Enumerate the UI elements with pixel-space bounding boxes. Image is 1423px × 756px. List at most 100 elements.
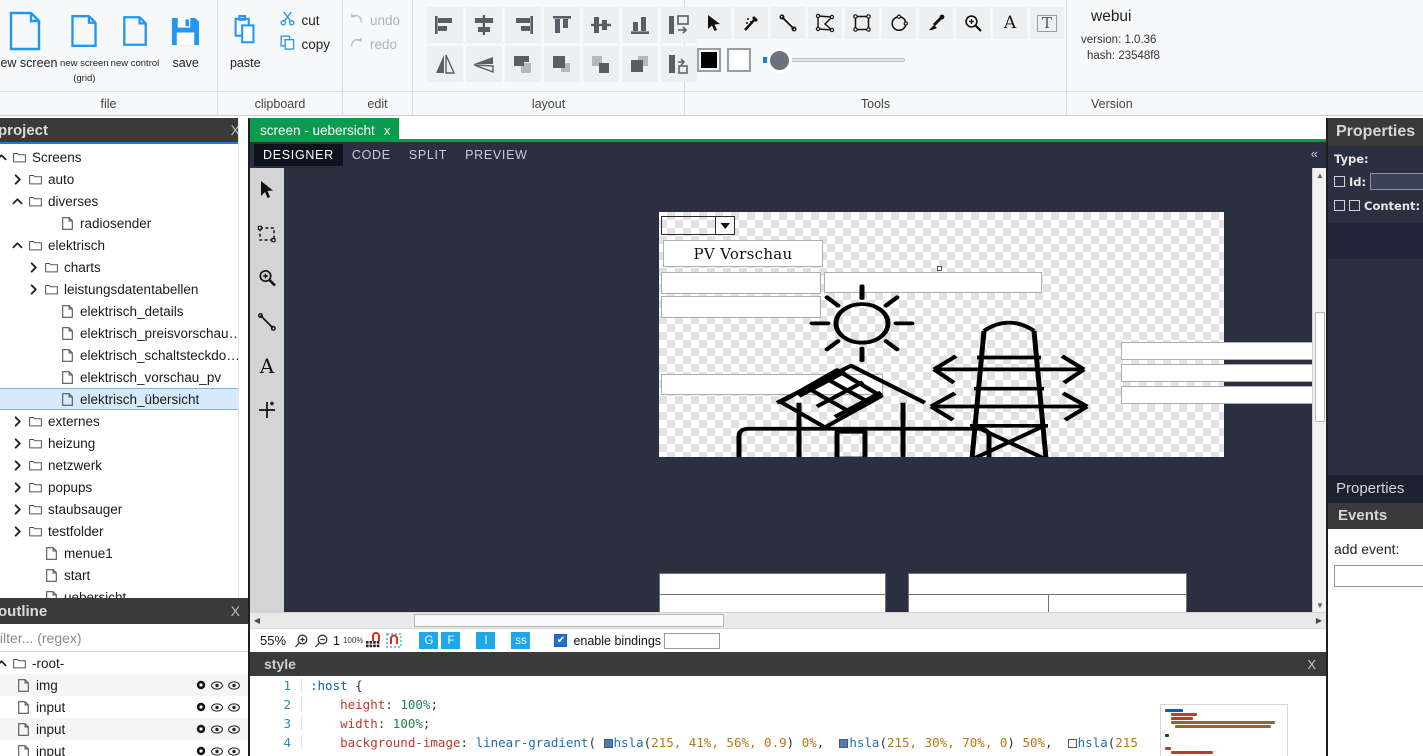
tree-item-leistungsdatentabellen[interactable]: leistungsdatentabellen: [0, 278, 248, 300]
lock-eye-icon[interactable]: [228, 678, 240, 693]
tree-item-charts[interactable]: charts: [0, 256, 248, 278]
chevron-right-icon[interactable]: [8, 437, 26, 449]
scroll-thumb[interactable]: [414, 614, 724, 627]
list-item[interactable]: img: [0, 674, 248, 696]
table-cell[interactable]: [908, 594, 1049, 612]
bring-forward-icon[interactable]: [505, 46, 541, 82]
record-dot-icon[interactable]: [196, 700, 206, 715]
flag-ss-button[interactable]: ss: [511, 632, 531, 649]
visibility-eye-icon[interactable]: [211, 678, 223, 693]
tree-item-screens[interactable]: Screens: [0, 146, 248, 168]
tab-designer[interactable]: DESIGNER: [254, 144, 343, 166]
chevron-right-icon[interactable]: [8, 503, 26, 515]
scale-one-label[interactable]: 1: [333, 634, 340, 648]
input-field-right-2[interactable]: [1121, 342, 1326, 360]
record-dot-icon[interactable]: [196, 722, 206, 737]
input-field-left-3[interactable]: [661, 374, 883, 395]
collapse-panel-button[interactable]: «: [1311, 146, 1318, 161]
tree-item-diverses[interactable]: diverses: [0, 190, 248, 212]
rectangle-icon[interactable]: [845, 7, 879, 39]
table-cell[interactable]: [908, 573, 1187, 595]
add-event-input[interactable]: [1334, 564, 1423, 587]
visibility-eye-icon[interactable]: [211, 744, 223, 756]
table-row[interactable]: [659, 573, 886, 595]
tree-item-auto[interactable]: auto: [0, 168, 248, 190]
flag-f-button[interactable]: F: [441, 632, 461, 649]
scroll-down-icon[interactable]: ▼: [1313, 598, 1326, 612]
list-item[interactable]: input: [0, 718, 248, 740]
table-row[interactable]: [659, 594, 886, 612]
cut-button[interactable]: cut: [274, 8, 336, 32]
tree-item-popups[interactable]: popups: [0, 476, 248, 498]
editor-tab-uebersicht[interactable]: screen - uebersicht x: [250, 118, 400, 142]
input-field-left-2[interactable]: [661, 296, 821, 318]
content-checkbox-b[interactable]: [1349, 200, 1360, 211]
tree-item-elektrisch-vorschau-pv[interactable]: elektrisch_vorschau_pv: [0, 366, 248, 388]
artboard[interactable]: PV Vorschau: [659, 212, 1326, 457]
outline-filter-input[interactable]: [0, 628, 242, 647]
align-middle-icon[interactable]: [583, 7, 619, 43]
polygon-icon[interactable]: [808, 7, 842, 39]
zoom-icon[interactable]: [956, 7, 990, 39]
line-icon[interactable]: [252, 306, 282, 338]
scroll-thumb[interactable]: [1315, 312, 1325, 422]
tree-item-elektrisch-preisvorschau[interactable]: elektrisch_preisvorschau_…: [0, 322, 248, 344]
code-minimap[interactable]: [1160, 704, 1288, 756]
snap-object-icon[interactable]: [386, 632, 403, 650]
lock-eye-icon[interactable]: [228, 700, 240, 715]
tree-item-staubsauger[interactable]: staubsauger: [0, 498, 248, 520]
chevron-right-icon[interactable]: [24, 261, 42, 273]
style-code-body[interactable]: 1:host {2 height: 100%; 3 width: 100%; 4 b…: [250, 676, 1326, 756]
tree-item-elektrisch-bersicht[interactable]: elektrisch_übersicht: [0, 388, 248, 410]
tree-item-uebersicht[interactable]: uebersicht: [0, 586, 248, 598]
zoom-in-button[interactable]: [293, 632, 310, 650]
eyedropper-icon[interactable]: [919, 7, 953, 39]
list-item-controls[interactable]: [196, 674, 240, 696]
chevron-up-icon[interactable]: [0, 658, 10, 669]
chevron-up-icon[interactable]: [8, 196, 26, 207]
redo-button[interactable]: redo: [343, 32, 406, 56]
chevron-right-icon[interactable]: [24, 283, 42, 295]
canvas-vertical-scrollbar[interactable]: ▲ ▼: [1312, 168, 1326, 612]
new-screen-button[interactable]: new screen: [0, 4, 59, 70]
record-dot-icon[interactable]: [196, 678, 206, 693]
marquee-select-icon[interactable]: [252, 218, 282, 250]
align-left-icon[interactable]: [427, 7, 463, 43]
bindings-input[interactable]: [664, 632, 721, 649]
chevron-right-icon[interactable]: [8, 173, 26, 185]
list-item-controls[interactable]: [196, 718, 240, 740]
chevron-up-icon[interactable]: [0, 152, 10, 163]
input-field-right-1[interactable]: [824, 272, 1042, 293]
flag-g-button[interactable]: G: [419, 632, 439, 649]
chevron-down-icon[interactable]: [715, 217, 734, 234]
align-center-vertical-icon[interactable]: [466, 7, 502, 43]
align-top-icon[interactable]: [544, 7, 580, 43]
project-scrollbar[interactable]: [238, 118, 248, 598]
cursor-icon[interactable]: [252, 174, 282, 206]
chevron-right-icon[interactable]: [8, 481, 26, 493]
fill-color-swatch[interactable]: [697, 48, 721, 72]
table-left[interactable]: [659, 573, 886, 612]
table-row[interactable]: [908, 594, 1187, 612]
visibility-eye-icon[interactable]: [211, 722, 223, 737]
record-dot-icon[interactable]: [196, 744, 206, 756]
stroke-color-swatch[interactable]: [727, 48, 751, 72]
tree-item-elektrisch-schaltsteckdosen[interactable]: elektrisch_schaltsteckdosen: [0, 344, 248, 366]
selection-handle[interactable]: [937, 266, 942, 271]
designer-canvas[interactable]: PV Vorschau ▲ ▼: [284, 168, 1326, 612]
close-icon[interactable]: X: [1307, 657, 1316, 672]
new-control-button[interactable]: new control: [110, 4, 161, 70]
outline-filter[interactable]: [0, 624, 248, 652]
hscroll-track[interactable]: [264, 613, 1312, 628]
project-tree[interactable]: Screens auto diverses radiosender elektrisch…: [0, 144, 248, 598]
color-swatch-icon[interactable]: [839, 739, 849, 748]
zoom-out-button[interactable]: [313, 632, 330, 650]
ellipse-icon[interactable]: [882, 7, 916, 39]
input-field-right-3[interactable]: [1121, 364, 1326, 382]
scale-percent-label[interactable]: 100%: [343, 636, 363, 645]
content-checkbox-a[interactable]: [1334, 200, 1345, 211]
outline-list[interactable]: -root-img input input input: [0, 652, 248, 756]
lock-eye-icon[interactable]: [228, 722, 240, 737]
paste-button[interactable]: paste: [220, 4, 270, 70]
id-checkbox[interactable]: [1334, 176, 1345, 187]
